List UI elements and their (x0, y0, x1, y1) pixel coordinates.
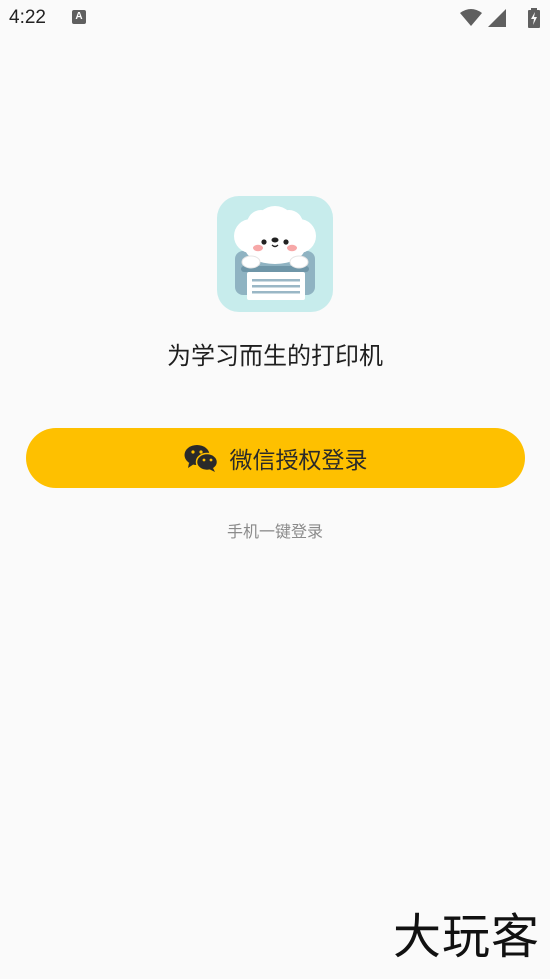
battery-charging-icon (528, 8, 540, 28)
status-time: 4:22 (9, 7, 46, 28)
signal-icon (488, 9, 506, 27)
phone-login-link[interactable]: 手机一键登录 (0, 518, 550, 542)
wechat-icon (184, 445, 218, 472)
app-tagline: 为学习而生的打印机 (167, 342, 383, 370)
wechat-login-button[interactable]: 微信授权登录 (26, 428, 525, 488)
text-notification-icon: A (72, 10, 86, 24)
app-logo-icon (217, 196, 333, 312)
wifi-icon (460, 9, 482, 26)
watermark: 大玩客 (392, 909, 540, 965)
status-bar: 4:22 A (0, 0, 550, 38)
wechat-login-label: 微信授权登录 (229, 448, 368, 474)
